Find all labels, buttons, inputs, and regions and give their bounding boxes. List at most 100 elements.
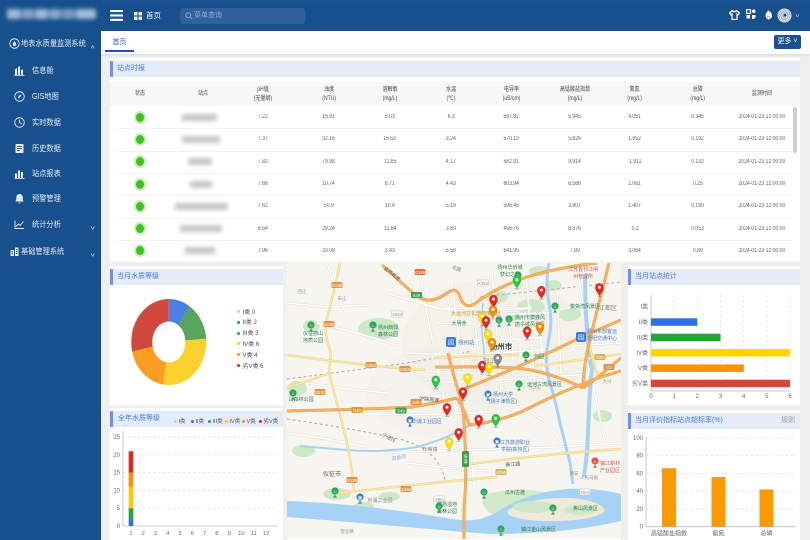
svg-text:江都区: 江都区 xyxy=(599,304,617,312)
svg-text:产业园区: 产业园区 xyxy=(600,467,620,474)
svg-text:扬州站: 扬州站 xyxy=(458,339,475,347)
svg-text:园: 园 xyxy=(578,335,584,342)
svg-text:♨: ♨ xyxy=(371,323,375,328)
svg-text:1: 1 xyxy=(129,531,132,537)
svg-text:高锰酸盐指数: 高锰酸盐指数 xyxy=(651,530,687,538)
svg-text:6: 6 xyxy=(788,394,792,400)
svg-text:10: 10 xyxy=(238,531,244,537)
svg-text:茱萸湾风景区: 茱萸湾风景区 xyxy=(570,303,600,310)
svg-text:(扬子津校区): (扬子津校区) xyxy=(489,398,518,405)
svg-text:5: 5 xyxy=(765,394,769,400)
svg-text:X30: X30 xyxy=(596,355,604,360)
svg-text:利涌工业园: 利涌工业园 xyxy=(367,497,392,504)
svg-text:S356: S356 xyxy=(496,470,506,475)
svg-text:15: 15 xyxy=(113,471,120,477)
svg-text:S353: S353 xyxy=(366,363,376,368)
svg-text:6: 6 xyxy=(191,531,194,537)
svg-text:G40: G40 xyxy=(353,408,362,413)
svg-text:0: 0 xyxy=(117,524,121,530)
svg-text:S125: S125 xyxy=(332,283,342,288)
svg-text:40: 40 xyxy=(636,489,643,495)
svg-text:顺安: 顺安 xyxy=(570,470,579,477)
svg-text:镇江金山风景区: 镇江金山风景区 xyxy=(521,526,556,533)
svg-text:华摄工业园区: 华摄工业园区 xyxy=(412,418,442,425)
svg-text:4: 4 xyxy=(166,531,170,537)
svg-text:扬州西郊: 扬州西郊 xyxy=(378,324,398,331)
svg-text:11: 11 xyxy=(251,531,257,537)
svg-text:氨氮: 氨氮 xyxy=(712,530,724,538)
svg-text:X353: X353 xyxy=(478,281,488,286)
svg-text:焦山风景区: 焦山风景区 xyxy=(573,505,598,512)
svg-text:枢纽交通中心: 枢纽交通中心 xyxy=(587,335,617,342)
svg-text:♨: ♨ xyxy=(553,304,557,309)
svg-text:▣: ▣ xyxy=(408,418,413,423)
svg-text:西庄: 西庄 xyxy=(298,288,307,295)
svg-text:S49: S49 xyxy=(397,408,405,413)
svg-text:0: 0 xyxy=(649,394,653,400)
svg-text:扬州市糜鹿风: 扬州市糜鹿风 xyxy=(515,314,545,321)
svg-text:朱庄: 朱庄 xyxy=(338,295,347,302)
svg-text:朴席镇: 朴席镇 xyxy=(422,446,437,453)
svg-text:州管理所: 州管理所 xyxy=(573,273,593,280)
svg-text:5: 5 xyxy=(117,506,121,512)
svg-text:G2: G2 xyxy=(606,365,612,370)
svg-text:S353: S353 xyxy=(400,367,410,372)
svg-text:25: 25 xyxy=(113,435,120,441)
svg-text:3: 3 xyxy=(154,531,157,537)
svg-text:7: 7 xyxy=(203,531,206,537)
svg-text:仪征捺山: 仪征捺山 xyxy=(303,330,323,337)
svg-text:扬州大学: 扬州大学 xyxy=(493,391,513,398)
svg-text:♨: ♨ xyxy=(333,489,337,494)
svg-text:100: 100 xyxy=(633,436,644,442)
svg-text:▣: ▣ xyxy=(495,439,500,444)
svg-text:X064: X064 xyxy=(392,312,402,317)
svg-text:镇江新材: 镇江新材 xyxy=(600,460,620,467)
svg-text:S332: S332 xyxy=(315,390,325,395)
svg-text:人民日报: 人民日报 xyxy=(580,474,598,481)
svg-text:♨: ♨ xyxy=(517,382,521,387)
svg-text:春江路: 春江路 xyxy=(505,460,521,468)
svg-text:12: 12 xyxy=(263,531,269,537)
svg-text:20: 20 xyxy=(113,453,120,459)
svg-text:劣V类: 劣V类 xyxy=(632,379,648,387)
svg-text:♨: ♨ xyxy=(291,391,295,396)
svg-text:大兴: 大兴 xyxy=(603,378,612,385)
svg-text:8: 8 xyxy=(215,531,218,537)
svg-text:营业镇: 营业镇 xyxy=(340,528,354,535)
svg-text:1: 1 xyxy=(673,394,677,400)
svg-text:总磷: 总磷 xyxy=(760,530,772,538)
svg-text:江苏旅游职业: 江苏旅游职业 xyxy=(500,439,530,446)
svg-text:♨: ♨ xyxy=(497,318,501,323)
svg-text:S49: S49 xyxy=(413,293,421,298)
svg-text:4: 4 xyxy=(742,394,746,400)
svg-text:G346: G346 xyxy=(415,270,426,275)
svg-text:9: 9 xyxy=(228,531,231,537)
svg-text:80: 80 xyxy=(636,454,643,460)
svg-text:♨: ♨ xyxy=(593,459,597,464)
svg-text:IV类: IV类 xyxy=(636,349,648,357)
svg-text:森林公园: 森林公园 xyxy=(378,331,398,338)
svg-text:▣: ▣ xyxy=(358,495,363,500)
svg-text:大明寺: 大明寺 xyxy=(451,320,466,327)
svg-text:X001: X001 xyxy=(580,490,590,495)
svg-text:20: 20 xyxy=(636,507,643,513)
svg-text:运河三湾风景区: 运河三湾风景区 xyxy=(527,381,562,388)
svg-text:地质公园: 地质公园 xyxy=(303,337,323,344)
svg-text:溧: 溧 xyxy=(464,458,468,464)
svg-text:S356: S356 xyxy=(401,487,411,492)
svg-text:学院(新校区): 学院(新校区) xyxy=(501,446,530,453)
svg-text:S125: S125 xyxy=(324,322,334,327)
svg-text:♨: ♨ xyxy=(499,527,503,532)
svg-text:扬州华侨城: 扬州华侨城 xyxy=(497,264,522,271)
svg-text:0: 0 xyxy=(640,525,644,531)
svg-text:III类: III类 xyxy=(637,333,648,341)
svg-text:▣: ▣ xyxy=(486,392,491,397)
svg-text:扬州东部客运: 扬州东部客运 xyxy=(587,328,617,335)
svg-text:♨: ♨ xyxy=(551,506,555,511)
svg-text:♨: ♨ xyxy=(309,323,313,328)
svg-text:2: 2 xyxy=(142,531,145,537)
svg-text:II类: II类 xyxy=(639,318,648,326)
svg-text:60: 60 xyxy=(636,472,643,478)
svg-text:S125: S125 xyxy=(347,478,357,483)
svg-text:♨: ♨ xyxy=(482,490,486,495)
